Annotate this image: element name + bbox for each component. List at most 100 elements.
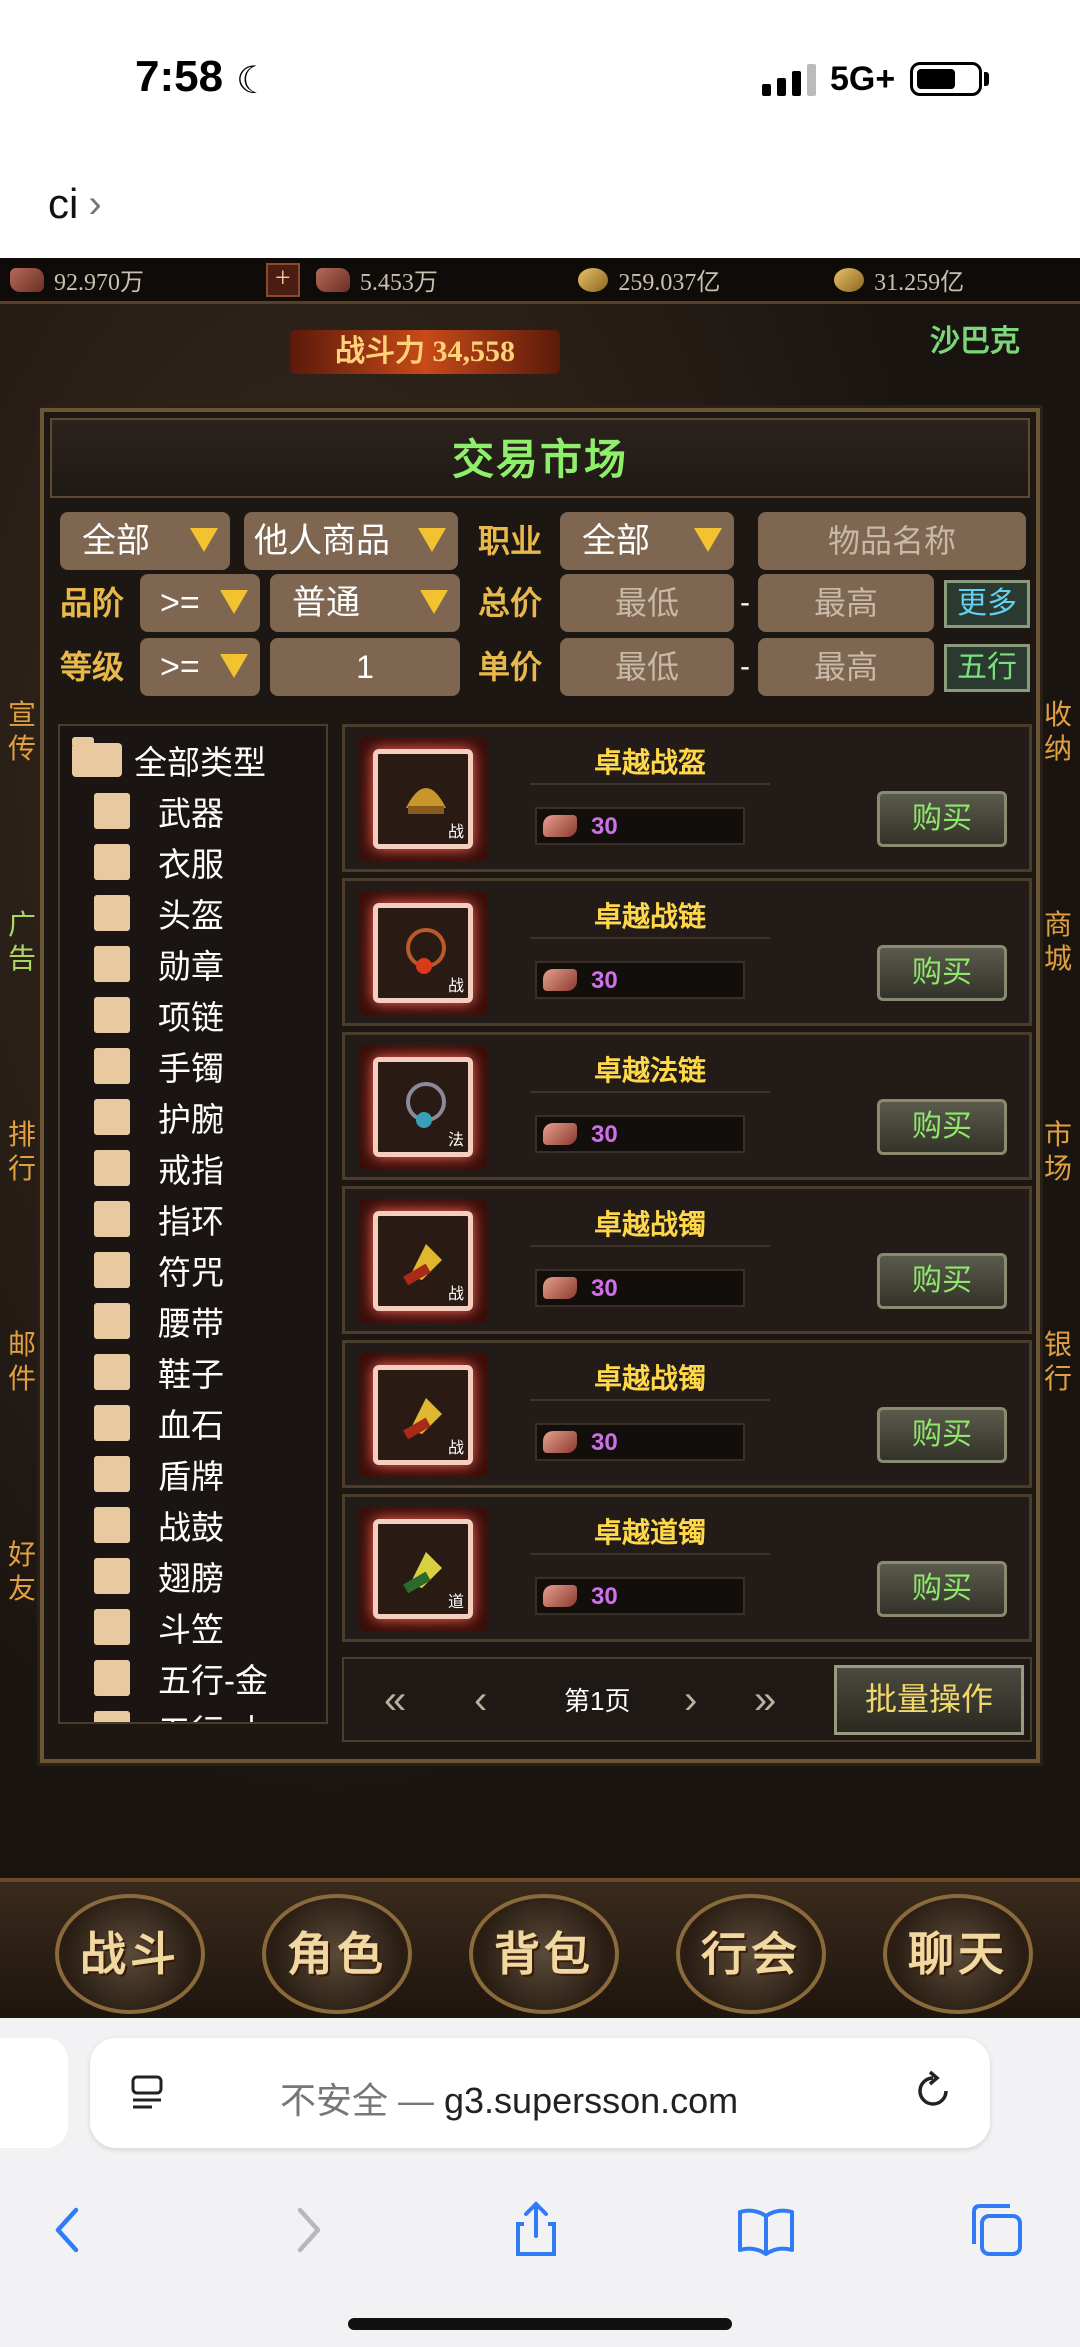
tree-item[interactable]: 指环 [94,1194,224,1244]
tree-item[interactable]: 翅膀 [94,1551,224,1601]
five-elements-button[interactable]: 五行 [944,644,1030,692]
url-text: 不安全 — g3.supersson.com [280,2080,739,2121]
page-menu-icon[interactable] [130,2074,164,2110]
side-btn-mall[interactable]: 商城 [1044,908,1074,976]
tree-item[interactable]: 符咒 [94,1245,224,1295]
tree-item[interactable]: 衣服 [94,837,224,887]
tree-item[interactable]: 勋章 [94,939,224,989]
total-max-input[interactable]: 最高 [758,574,934,632]
tree-item[interactable]: 护腕 [94,1092,224,1142]
more-button[interactable]: 更多 [944,580,1030,628]
side-btn-mail[interactable]: 邮件 [8,1328,38,1396]
item-name-input[interactable]: 物品名称 [758,512,1026,570]
list-item[interactable]: 战 卓越战镯 30 购买 [342,1340,1032,1488]
list-item[interactable]: 道 卓越道镯 30 购买 [342,1494,1032,1642]
tree-item[interactable]: 五行-木 [94,1704,268,1722]
side-btn-friends[interactable]: 好友 [8,1538,38,1606]
category-dropdown[interactable]: 全部 [60,512,230,570]
quality-op-dropdown[interactable]: >= [140,574,260,632]
item-name: 卓越法链 [593,1055,706,1086]
ingot-icon [543,815,577,837]
file-icon [94,1150,130,1186]
side-btn-rank[interactable]: 排行 [8,1118,38,1186]
item-icon[interactable]: 战 [373,1211,473,1311]
item-icon[interactable]: 法 [373,1057,473,1157]
tree-item[interactable]: 腰带 [94,1296,224,1346]
level-op-dropdown[interactable]: >= [140,638,260,696]
price-box: 30 [535,1423,745,1461]
item-icon[interactable]: 道 [373,1519,473,1619]
menu-battle[interactable]: 战斗 [55,1894,205,2014]
ingot-icon [543,1585,577,1607]
tree-item[interactable]: 戒指 [94,1143,224,1193]
address-bar[interactable]: 不安全 — g3.supersson.com [90,2038,990,2148]
first-page-icon[interactable]: « [384,1675,406,1725]
batch-operation-button[interactable]: 批量操作 [834,1665,1024,1735]
list-item[interactable]: 战 卓越战盔 30 购买 [342,724,1032,872]
file-icon [94,1048,130,1084]
menu-bag[interactable]: 背包 [469,1894,619,2014]
tree-item[interactable]: 斗笠 [94,1602,224,1652]
prev-page-icon[interactable]: ‹ [474,1675,487,1725]
divider [530,1553,770,1555]
reload-icon[interactable] [910,2068,956,2114]
item-icon[interactable]: 战 [373,749,473,849]
last-page-icon[interactable]: » [754,1675,776,1725]
item-name: 卓越战镯 [593,1209,706,1240]
share-icon[interactable] [506,2200,566,2260]
item-icon[interactable]: 战 [373,1365,473,1465]
tree-item[interactable]: 五行-金 [94,1653,268,1703]
buy-button[interactable]: 购买 [877,1253,1007,1309]
list-item[interactable]: 法 卓越法链 30 购买 [342,1032,1032,1180]
tree-item[interactable]: 头盔 [94,888,224,938]
back-icon[interactable] [40,2200,100,2260]
tree-item[interactable]: 血石 [94,1398,224,1448]
item-icon-frame: 法 [359,1045,487,1169]
unit-max-input[interactable]: 最高 [758,638,934,696]
buy-button[interactable]: 购买 [877,1561,1007,1617]
tree-item[interactable]: 手镯 [94,1041,224,1091]
divider [530,1399,770,1401]
recharge-plus-button[interactable]: + [265,262,300,297]
buy-button[interactable]: 购买 [877,1099,1007,1155]
quality-dropdown[interactable]: 普通 [270,574,460,632]
battery-icon [910,62,982,96]
tree-root-all[interactable]: 全部类型 [72,736,266,784]
tree-item[interactable]: 鞋子 [94,1347,224,1397]
previous-tab[interactable] [0,2038,68,2148]
class-dropdown[interactable]: 全部 [560,512,734,570]
level-input[interactable]: 1 [270,638,460,696]
menu-chat[interactable]: 聊天 [883,1894,1033,2014]
tree-item[interactable]: 盾牌 [94,1449,224,1499]
bookmarks-icon[interactable] [736,2200,796,2260]
tree-item[interactable]: 战鼓 [94,1500,224,1550]
side-btn-ads[interactable]: 广告 [8,908,38,976]
total-min-input[interactable]: 最低 [560,574,734,632]
side-btn-market[interactable]: 市场 [1044,1118,1074,1186]
buy-button[interactable]: 购买 [877,945,1007,1001]
tabs-icon[interactable] [966,2200,1026,2260]
menu-character[interactable]: 角色 [262,1894,412,2014]
item-icon[interactable]: 战 [373,903,473,1003]
source-dropdown[interactable]: 他人商品 [244,512,458,570]
buy-button[interactable]: 购买 [877,1407,1007,1463]
range-dash: - [740,586,750,619]
ingot-icon [543,1123,577,1145]
side-btn-bank[interactable]: 银行 [1044,1328,1074,1396]
list-item[interactable]: 战 卓越战镯 30 购买 [342,1186,1032,1334]
item-icon-frame: 战 [359,891,487,1015]
back-to-app[interactable]: ci › [48,180,102,228]
category-tree: 全部类型 武器 衣服 头盔 勋章 项链 手镯 护腕 戒指 指环 符咒 腰带 鞋子… [58,724,328,1724]
file-icon [94,1201,130,1237]
next-page-icon[interactable]: › [684,1675,697,1725]
side-btn-store[interactable]: 收纳 [1044,698,1074,766]
server-name[interactable]: 沙巴克 [930,316,1020,360]
list-item[interactable]: 战 卓越战链 30 购买 [342,878,1032,1026]
forward-icon[interactable] [276,2200,336,2260]
menu-guild[interactable]: 行会 [676,1894,826,2014]
tree-item[interactable]: 项链 [94,990,224,1040]
side-btn-promo[interactable]: 宣传 [8,698,38,766]
tree-item[interactable]: 武器 [94,786,224,836]
unit-min-input[interactable]: 最低 [560,638,734,696]
buy-button[interactable]: 购买 [877,791,1007,847]
